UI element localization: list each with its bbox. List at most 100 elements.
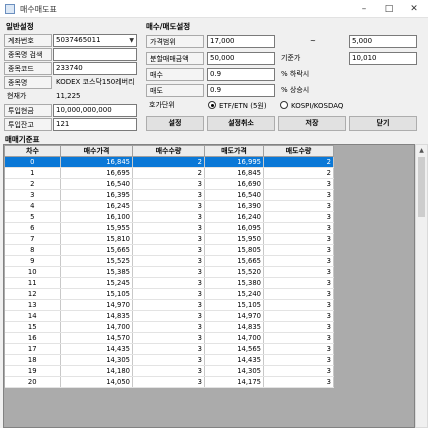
table-cell[interactable]: 3 xyxy=(263,266,334,278)
scroll-thumb[interactable] xyxy=(418,157,425,217)
table-cell[interactable]: 1 xyxy=(4,167,61,179)
table-cell[interactable]: 19 xyxy=(4,365,61,377)
table-cell[interactable]: 15,105 xyxy=(60,288,133,300)
table-row[interactable]: 5 16,100 3 16,240 3 xyxy=(4,211,334,223)
table-cell[interactable]: 2 xyxy=(4,178,61,190)
table-row[interactable]: 19 14,180 3 14,305 3 xyxy=(4,365,334,377)
table-cell[interactable]: 14,970 xyxy=(60,299,133,311)
table-cell[interactable]: 3 xyxy=(263,244,334,256)
table-row[interactable]: 17 14,435 3 14,565 3 xyxy=(4,343,334,355)
table-cell[interactable]: 3 xyxy=(263,255,334,267)
code-input[interactable]: 233740 xyxy=(53,62,137,75)
table-cell[interactable]: 16,540 xyxy=(204,189,264,201)
table-cell[interactable]: 18 xyxy=(4,354,61,366)
column-header[interactable]: 매도가격 xyxy=(204,145,264,157)
table-cell[interactable]: 14,835 xyxy=(204,321,264,333)
price-range-from-input[interactable]: 17,000 xyxy=(207,35,275,48)
table-cell[interactable]: 3 xyxy=(263,376,334,388)
table-cell[interactable]: 15,520 xyxy=(204,266,264,278)
column-header[interactable]: 차수 xyxy=(4,145,61,157)
table-cell[interactable]: 15,950 xyxy=(204,233,264,245)
trade-table-grid[interactable]: 차수 매수가격 매수수량 매도가격 매도수량 0 16,845 2 16,995 2 1 16,69… xyxy=(3,144,415,428)
table-cell[interactable]: 16,690 xyxy=(204,178,264,190)
close-button[interactable]: 닫기 xyxy=(349,116,417,131)
table-row[interactable]: 13 14,970 3 15,105 3 xyxy=(4,299,334,311)
table-cell[interactable]: 3 xyxy=(132,365,205,377)
table-cell[interactable]: 15,105 xyxy=(204,299,264,311)
table-cell[interactable]: 14,305 xyxy=(204,365,264,377)
table-cell[interactable]: 3 xyxy=(263,222,334,234)
table-row[interactable]: 12 15,105 3 15,240 3 xyxy=(4,288,334,300)
table-cell[interactable]: 3 xyxy=(132,288,205,300)
table-cell[interactable]: 15,665 xyxy=(60,244,133,256)
table-cell[interactable]: 3 xyxy=(132,222,205,234)
base-price-input[interactable]: 10,010 xyxy=(349,52,417,65)
table-cell[interactable]: 14,570 xyxy=(60,332,133,344)
table-cell[interactable]: 6 xyxy=(4,222,61,234)
table-cell[interactable]: 14,175 xyxy=(204,376,264,388)
table-cell[interactable]: 16,845 xyxy=(204,167,264,179)
tick-kospi-radio[interactable]: KOSPI/KOSDAQ xyxy=(280,100,343,112)
table-row[interactable]: 15 14,700 3 14,835 3 xyxy=(4,321,334,333)
column-header[interactable]: 매수가격 xyxy=(60,145,133,157)
table-cell[interactable]: 3 xyxy=(132,310,205,322)
table-cell[interactable]: 2 xyxy=(132,156,205,168)
table-row[interactable]: 2 16,540 3 16,690 3 xyxy=(4,178,334,190)
name-search-input[interactable] xyxy=(53,48,137,61)
table-cell[interactable]: 15,665 xyxy=(204,255,264,267)
table-row[interactable]: 10 15,385 3 15,520 3 xyxy=(4,266,334,278)
table-row[interactable]: 11 15,245 3 15,380 3 xyxy=(4,277,334,289)
table-cell[interactable]: 3 xyxy=(132,321,205,333)
account-select[interactable]: 5037465011 ▼ xyxy=(53,34,137,47)
table-cell[interactable]: 16,100 xyxy=(60,211,133,223)
table-cell[interactable]: 3 xyxy=(263,288,334,300)
table-cell[interactable]: 3 xyxy=(263,189,334,201)
table-cell[interactable]: 14,970 xyxy=(204,310,264,322)
table-cell[interactable]: 15,380 xyxy=(204,277,264,289)
table-cell[interactable]: 3 xyxy=(132,178,205,190)
table-cell[interactable]: 2 xyxy=(263,156,334,168)
table-cell[interactable]: 20 xyxy=(4,376,61,388)
table-cell[interactable]: 7 xyxy=(4,233,61,245)
invest-balance-input[interactable]: 121 xyxy=(53,118,137,131)
sell-percent-input[interactable]: 0.9 xyxy=(207,84,275,97)
table-cell[interactable]: 3 xyxy=(132,189,205,201)
table-cell[interactable]: 15,805 xyxy=(204,244,264,256)
table-row[interactable]: 8 15,665 3 15,805 3 xyxy=(4,244,334,256)
table-cell[interactable]: 3 xyxy=(263,299,334,311)
table-cell[interactable]: 16,540 xyxy=(60,178,133,190)
table-cell[interactable]: 3 xyxy=(132,299,205,311)
table-cell[interactable]: 15,810 xyxy=(60,233,133,245)
table-cell[interactable]: 9 xyxy=(4,255,61,267)
column-header[interactable]: 매도수량 xyxy=(263,145,334,157)
table-cell[interactable]: 2 xyxy=(263,167,334,179)
table-row[interactable]: 9 15,525 3 15,665 3 xyxy=(4,255,334,267)
table-cell[interactable]: 3 xyxy=(263,211,334,223)
table-cell[interactable]: 3 xyxy=(263,332,334,344)
minimize-button[interactable]: – xyxy=(352,2,376,16)
maximize-button[interactable]: □ xyxy=(377,2,401,16)
table-cell[interactable]: 3 xyxy=(263,277,334,289)
table-cell[interactable]: 3 xyxy=(132,244,205,256)
table-cell[interactable]: 10 xyxy=(4,266,61,278)
tick-etf-radio[interactable]: ETF/ETN (5원) xyxy=(208,100,267,112)
table-row[interactable]: 7 15,810 3 15,950 3 xyxy=(4,233,334,245)
table-cell[interactable]: 14,050 xyxy=(60,376,133,388)
table-cell[interactable]: 14,700 xyxy=(60,321,133,333)
table-cell[interactable]: 3 xyxy=(263,354,334,366)
table-cell[interactable]: 5 xyxy=(4,211,61,223)
table-cell[interactable]: 16,095 xyxy=(204,222,264,234)
scroll-up-icon[interactable]: ▲ xyxy=(416,145,427,156)
table-cell[interactable]: 3 xyxy=(132,211,205,223)
table-cell[interactable]: 13 xyxy=(4,299,61,311)
table-cell[interactable]: 8 xyxy=(4,244,61,256)
table-row[interactable]: 1 16,695 2 16,845 2 xyxy=(4,167,334,179)
table-cell[interactable]: 4 xyxy=(4,200,61,212)
table-cell[interactable]: 14 xyxy=(4,310,61,322)
table-cell[interactable]: 15,385 xyxy=(60,266,133,278)
save-button[interactable]: 저장 xyxy=(278,116,346,131)
table-cell[interactable]: 3 xyxy=(132,266,205,278)
table-cell[interactable]: 14,435 xyxy=(204,354,264,366)
vertical-scrollbar[interactable]: ▲ xyxy=(415,144,428,428)
table-cell[interactable]: 15,525 xyxy=(60,255,133,267)
